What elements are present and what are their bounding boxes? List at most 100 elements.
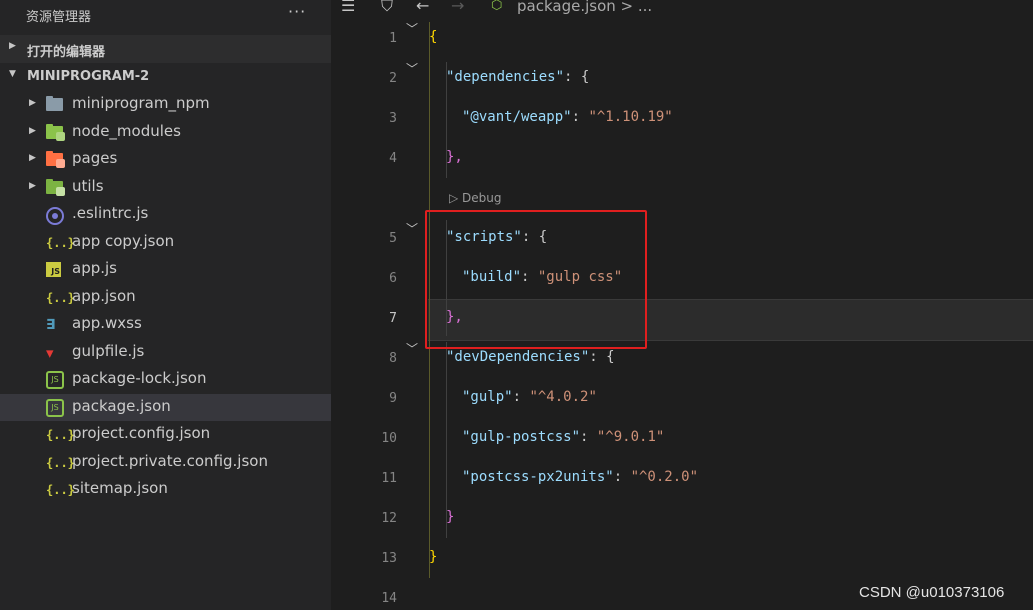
debug-codelens[interactable]: ▷ Debug (449, 191, 502, 205)
json-icon: {..} (46, 236, 75, 250)
explorer-title: 资源管理器 (26, 10, 92, 25)
tree-item-app-copy-json[interactable]: {..} app copy.json (0, 229, 331, 256)
line-number-active: 7 (389, 311, 397, 326)
chevron-right-icon: ▶ (9, 41, 16, 51)
tree-item-eslintrc[interactable]: .eslintrc.js (0, 201, 331, 228)
code-line-8[interactable]: "devDependencies": { (446, 349, 615, 365)
fold-chevron-icon[interactable]: ﹀ (406, 20, 418, 37)
tree-item-pages[interactable]: ▶ pages (0, 146, 331, 173)
css-icon: ∃ (46, 317, 56, 333)
tree-item-app-wxss[interactable]: ∃ app.wxss (0, 311, 331, 338)
tree-item-label: app.wxss (72, 314, 142, 332)
tree-item-project-private-config[interactable]: {..} project.private.config.json (0, 449, 331, 476)
json-icon: {..} (46, 483, 75, 497)
code-line-1[interactable]: { (429, 29, 437, 45)
project-label: MINIPROGRAM-2 (27, 69, 150, 84)
line-number: 6 (389, 271, 397, 286)
code-line-11[interactable]: "postcss-px2units": "^0.2.0" (462, 469, 698, 485)
fold-chevron-icon[interactable]: ﹀ (406, 60, 418, 77)
open-editors-section[interactable]: ▶ 打开的编辑器 (0, 35, 331, 63)
open-editors-label: 打开的编辑器 (27, 45, 106, 60)
chevron-right-icon: ▶ (29, 181, 36, 191)
json-key: "postcss-px2units" (462, 469, 614, 485)
line-number: 14 (381, 591, 397, 606)
nodejs-icon: JS (46, 399, 64, 417)
line-number: 1 (389, 31, 397, 46)
json-value: "^1.10.19" (588, 109, 673, 125)
explorer-sidebar: 资源管理器 ··· ▶ 打开的编辑器 ▼ MINIPROGRAM-2 ▶ min… (0, 0, 331, 610)
tree-item-label: sitemap.json (72, 479, 168, 497)
json-icon: {..} (46, 428, 75, 442)
editor-toolbar: ☰ ⛉ ← → ⬡ package.json > ... (331, 0, 1033, 16)
folder-icon (46, 96, 64, 114)
explorer-header: 资源管理器 ··· (0, 0, 331, 30)
tree-item-gulpfile[interactable]: ▾ gulpfile.js (0, 339, 331, 366)
tree-item-project-config[interactable]: {..} project.config.json (0, 421, 331, 448)
punctuation: : { (589, 349, 615, 365)
line-number: 5 (389, 231, 397, 246)
bookmark-icon[interactable]: ⛉ (381, 0, 393, 16)
line-number: 3 (389, 111, 397, 126)
tree-item-label: pages (72, 149, 118, 167)
gulp-icon: ▾ (46, 344, 54, 362)
code-line-12[interactable]: } (446, 509, 454, 525)
chevron-right-icon: ▶ (29, 126, 36, 136)
tree-item-package-json[interactable]: JS package.json (0, 394, 331, 421)
tree-item-label: package-lock.json (72, 369, 207, 387)
line-number: 9 (389, 391, 397, 406)
code-line-3[interactable]: "@vant/weapp": "^1.10.19" (462, 109, 673, 125)
list-icon[interactable]: ☰ (341, 0, 355, 15)
more-actions-icon[interactable]: ··· (288, 2, 306, 21)
brace: } (429, 549, 438, 565)
line-number: 8 (389, 351, 397, 366)
breadcrumb-rest[interactable]: > ... (621, 0, 653, 15)
brace: }, (446, 149, 463, 165)
tree-item-label: node_modules (72, 122, 181, 140)
line-number: 2 (389, 71, 397, 86)
tree-item-label: app.js (72, 259, 117, 277)
tree-item-utils[interactable]: ▶ utils (0, 174, 331, 201)
tree-item-package-lock[interactable]: JS package-lock.json (0, 366, 331, 393)
eslint-icon (46, 206, 64, 225)
fold-chevron-icon[interactable]: ﹀ (406, 220, 418, 237)
tree-item-miniprogram-npm[interactable]: ▶ miniprogram_npm (0, 91, 331, 118)
tree-item-label: project.config.json (72, 424, 211, 442)
code-line-9[interactable]: "gulp": "^4.0.2" (462, 389, 597, 405)
json-value: "^9.0.1" (596, 429, 665, 445)
json-key: "gulp-postcss" (462, 429, 581, 445)
project-section[interactable]: ▼ MINIPROGRAM-2 (0, 63, 331, 91)
json-icon: {..} (46, 456, 75, 470)
json-value: "^0.2.0" (630, 469, 699, 485)
folder-utils-icon (46, 179, 65, 197)
code-line-4[interactable]: }, (446, 149, 463, 165)
tree-item-app-js[interactable]: JS app.js (0, 256, 331, 283)
watermark: CSDN @u010373106 (859, 584, 1005, 601)
line-number: 13 (381, 551, 397, 566)
forward-arrow-icon[interactable]: → (451, 0, 464, 15)
brace: } (446, 509, 455, 525)
tree-item-app-json[interactable]: {..} app.json (0, 284, 331, 311)
tree-item-label: app.json (72, 287, 136, 305)
json-key: "devDependencies" (446, 349, 590, 365)
fold-chevron-icon[interactable]: ﹀ (406, 340, 418, 357)
json-key: "@vant/weapp" (462, 109, 572, 125)
code-line-2[interactable]: "dependencies": { (446, 69, 589, 85)
code-line-13[interactable]: } (429, 549, 437, 565)
punctuation: : { (564, 69, 590, 85)
tree-item-node-modules[interactable]: ▶ node_modules (0, 119, 331, 146)
tree-item-label: package.json (72, 397, 171, 415)
breadcrumb-file[interactable]: package.json (517, 0, 616, 15)
chevron-right-icon: ▶ (29, 153, 36, 163)
code-line-10[interactable]: "gulp-postcss": "^9.0.1" (462, 429, 664, 445)
nodejs-icon: ⬡ (491, 0, 503, 13)
back-arrow-icon[interactable]: ← (416, 0, 429, 15)
folder-pages-icon (46, 151, 65, 169)
chevron-down-icon: ▼ (9, 69, 16, 79)
tree-item-label: utils (72, 177, 104, 195)
breadcrumb[interactable]: package.json > ... (517, 0, 652, 15)
tree-item-label: app copy.json (72, 232, 175, 250)
nodejs-icon: JS (46, 371, 64, 389)
line-number: 4 (389, 151, 397, 166)
tree-item-label: project.private.config.json (72, 452, 268, 470)
tree-item-sitemap[interactable]: {..} sitemap.json (0, 476, 331, 503)
